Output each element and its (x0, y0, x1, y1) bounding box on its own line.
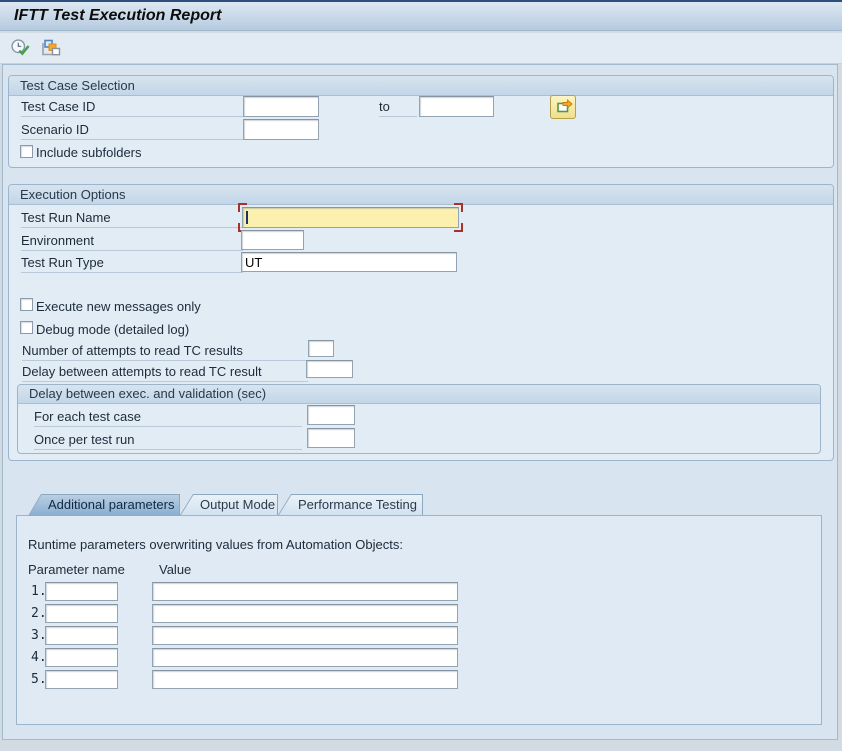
sap-gui-window: IFTT Test Execution Report (0, 0, 842, 751)
group-caption: Delay between exec. and validation (sec) (18, 385, 820, 404)
group-delay-validation: Delay between exec. and validation (sec)… (17, 384, 821, 454)
parameter-value-input-4[interactable] (152, 648, 458, 667)
window-bottom-edge (0, 741, 842, 751)
attempts-input[interactable] (308, 340, 334, 357)
group-caption: Test Case Selection (9, 76, 833, 96)
test-run-type-input[interactable] (241, 252, 457, 272)
parameter-name-input-4[interactable] (45, 648, 118, 667)
test-case-id-from-input[interactable] (243, 96, 319, 117)
execute-icon (10, 46, 30, 61)
for-each-test-case-input[interactable] (307, 405, 355, 425)
test-case-id-label: Test Case ID (21, 97, 243, 117)
scenario-id-input[interactable] (243, 119, 319, 140)
include-subfolders-label: Include subfolders (36, 143, 142, 162)
page-title: IFTT Test Execution Report (14, 7, 221, 25)
value-header: Value (159, 561, 191, 579)
scenario-id-label: Scenario ID (21, 120, 243, 140)
get-variant-icon (39, 46, 61, 61)
tab-label: Performance Testing (298, 494, 417, 515)
execute-button[interactable] (7, 36, 33, 61)
text-cursor (246, 211, 248, 224)
test-run-type-label: Test Run Type (21, 253, 243, 273)
include-subfolders-checkbox[interactable] (20, 145, 33, 158)
delay-attempts-label: Delay between attempts to read TC result (22, 362, 308, 382)
parameter-value-input-2[interactable] (152, 604, 458, 623)
tab-label: Output Mode (200, 494, 272, 515)
parameter-value-input-1[interactable] (152, 582, 458, 601)
debug-mode-checkbox[interactable] (20, 321, 33, 334)
execute-new-messages-label: Execute new messages only (36, 297, 201, 316)
execute-new-messages-checkbox[interactable] (20, 298, 33, 311)
get-variant-button[interactable] (36, 36, 62, 61)
parameter-name-header: Parameter name (28, 561, 125, 579)
test-run-name-input[interactable] (242, 207, 459, 228)
application-toolbar (0, 33, 842, 64)
attempts-label: Number of attempts to read TC results (22, 341, 308, 361)
environment-label: Environment (21, 231, 243, 251)
delay-attempts-input[interactable] (306, 360, 353, 378)
debug-mode-label: Debug mode (detailed log) (36, 320, 189, 339)
parameter-value-input-3[interactable] (152, 626, 458, 645)
tab-output-mode[interactable]: Output Mode (180, 494, 278, 515)
parameter-name-input-3[interactable] (45, 626, 118, 645)
once-per-test-run-label: Once per test run (34, 430, 302, 450)
tabpanel-additional-parameters: Runtime parameters overwriting values fr… (16, 515, 822, 725)
parameter-name-input-1[interactable] (45, 582, 118, 601)
for-each-test-case-label: For each test case (34, 407, 302, 427)
tab-additional-parameters[interactable]: Additional parameters (28, 494, 180, 516)
multiple-selection-button[interactable] (550, 95, 576, 119)
multiple-selection-arrow-icon (557, 102, 573, 117)
group-test-case-selection: Test Case Selection Test Case ID to Scen… (8, 75, 834, 168)
title-bar: IFTT Test Execution Report (0, 0, 842, 31)
runtime-parameters-description: Runtime parameters overwriting values fr… (28, 536, 403, 554)
test-case-id-to-input[interactable] (419, 96, 494, 117)
parameter-name-input-2[interactable] (45, 604, 118, 623)
to-label: to (379, 97, 417, 117)
parameter-value-input-5[interactable] (152, 670, 458, 689)
parameter-name-input-5[interactable] (45, 670, 118, 689)
group-caption: Execution Options (9, 185, 833, 205)
tab-label: Additional parameters (48, 494, 174, 515)
environment-input[interactable] (241, 230, 304, 250)
test-run-name-label: Test Run Name (21, 208, 243, 228)
tab-performance-testing[interactable]: Performance Testing (278, 494, 423, 515)
once-per-test-run-input[interactable] (307, 428, 355, 448)
group-execution-options: Execution Options Test Run Name Environm… (8, 184, 834, 461)
